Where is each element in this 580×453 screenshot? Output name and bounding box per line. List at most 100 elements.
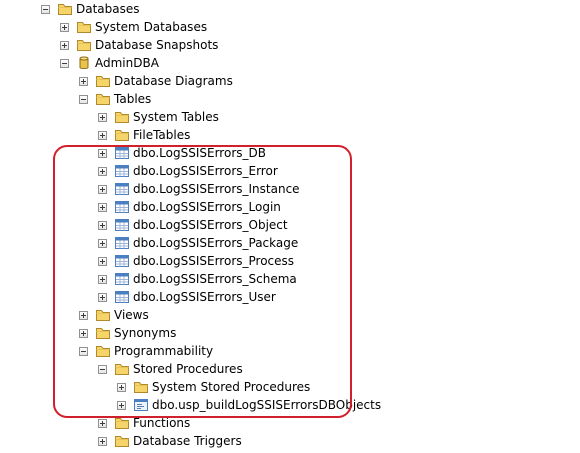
folder-icon [95,343,114,359]
tree-node-label[interactable]: dbo.LogSSISErrors_User [133,288,276,306]
collapse-icon[interactable] [60,58,69,68]
tree-node[interactable]: Stored Procedures [98,360,243,378]
tree-node[interactable]: AdminDBA [60,54,159,72]
tree-node-label[interactable]: dbo.LogSSISErrors_Login [133,198,281,216]
tree-node-label[interactable]: dbo.usp_buildLogSSISErrorsDBObjects [152,396,381,414]
tree-node[interactable]: Database Snapshots [60,36,218,54]
tree-node[interactable]: dbo.LogSSISErrors_Process [98,252,294,270]
folder-icon [114,109,133,125]
tree-node-label[interactable]: dbo.LogSSISErrors_DB [133,144,266,162]
tree-node[interactable]: FileTables [98,126,190,144]
expand-icon[interactable] [60,40,69,50]
folder-icon [95,91,114,107]
expand-icon[interactable] [98,220,107,230]
tree-node[interactable]: Synonyms [79,324,176,342]
tree-node-label[interactable]: System Stored Procedures [152,378,310,396]
tree-node[interactable]: dbo.LogSSISErrors_User [98,288,276,306]
table-icon [114,199,133,215]
table-icon [114,163,133,179]
object-explorer-tree: Databases System Databases Database Snapsh… [0,0,580,453]
tree-node-label[interactable]: Views [114,306,149,324]
tree-node-label[interactable]: Database Diagrams [114,72,233,90]
tree-node-label[interactable]: dbo.LogSSISErrors_Schema [133,270,297,288]
tree-node[interactable]: dbo.LogSSISErrors_DB [98,144,266,162]
tree-node-label[interactable]: dbo.LogSSISErrors_Error [133,162,278,180]
tree-node[interactable]: dbo.LogSSISErrors_Package [98,234,298,252]
folder-icon [76,37,95,53]
expand-icon[interactable] [98,292,107,302]
expand-icon[interactable] [98,418,107,428]
expand-icon[interactable] [117,400,126,410]
tree-node[interactable]: Tables [79,90,151,108]
tree-node[interactable]: dbo.LogSSISErrors_Instance [98,180,300,198]
table-icon [114,253,133,269]
tree-node[interactable]: dbo.LogSSISErrors_Object [98,216,288,234]
tree-node[interactable]: System Stored Procedures [117,378,310,396]
tree-node-label[interactable]: System Databases [95,18,207,36]
expand-icon[interactable] [117,382,126,392]
tree-node[interactable]: Databases [41,0,140,18]
collapse-icon[interactable] [79,94,88,104]
tree-node[interactable]: Programmability [79,342,213,360]
stored-procedure-icon [133,397,152,413]
tree-node-label[interactable]: Programmability [114,342,213,360]
tree-node-label[interactable]: Database Snapshots [95,36,218,54]
table-icon [114,271,133,287]
tree-node[interactable]: Functions [98,414,190,432]
expand-icon[interactable] [79,76,88,86]
expand-icon[interactable] [98,238,107,248]
tree-node[interactable]: Database Diagrams [79,72,233,90]
tree-node[interactable]: System Databases [60,18,207,36]
tree-node[interactable]: dbo.usp_buildLogSSISErrorsDBObjects [117,396,381,414]
tree-node-label[interactable]: Functions [133,414,190,432]
folder-icon [114,127,133,143]
expand-icon[interactable] [98,436,107,446]
database-icon [76,55,95,71]
expand-icon[interactable] [98,202,107,212]
folder-icon [114,415,133,431]
tree-node-label[interactable]: System Tables [133,108,219,126]
expand-icon[interactable] [98,256,107,266]
expand-icon[interactable] [98,112,107,122]
tree-node-label[interactable]: FileTables [133,126,190,144]
expand-icon[interactable] [98,184,107,194]
folder-icon [95,73,114,89]
table-icon [114,181,133,197]
tree-node-label[interactable]: dbo.LogSSISErrors_Instance [133,180,300,198]
tree-node-label[interactable]: Synonyms [114,324,176,342]
tree-node[interactable]: Views [79,306,149,324]
collapse-icon[interactable] [79,346,88,356]
table-icon [114,235,133,251]
expand-icon[interactable] [79,310,88,320]
folder-icon [76,19,95,35]
folder-icon [133,379,152,395]
tree-node-label[interactable]: Databases [76,0,140,18]
expand-icon[interactable] [79,328,88,338]
tree-node-label[interactable]: dbo.LogSSISErrors_Process [133,252,294,270]
collapse-icon[interactable] [41,4,50,14]
expand-icon[interactable] [98,148,107,158]
tree-node-label[interactable]: dbo.LogSSISErrors_Object [133,216,288,234]
table-icon [114,289,133,305]
tree-node[interactable]: Database Triggers [98,432,242,450]
folder-icon [57,1,76,17]
table-icon [114,145,133,161]
table-icon [114,217,133,233]
expand-icon[interactable] [98,166,107,176]
folder-icon [95,307,114,323]
tree-node[interactable]: dbo.LogSSISErrors_Login [98,198,281,216]
tree-node[interactable]: System Tables [98,108,219,126]
expand-icon[interactable] [60,22,69,32]
tree-node[interactable]: dbo.LogSSISErrors_Schema [98,270,297,288]
expand-icon[interactable] [98,274,107,284]
tree-node-label[interactable]: dbo.LogSSISErrors_Package [133,234,298,252]
expand-icon[interactable] [98,130,107,140]
tree-node-label[interactable]: AdminDBA [95,54,159,72]
collapse-icon[interactable] [98,364,107,374]
tree-node-label[interactable]: Stored Procedures [133,360,243,378]
folder-icon [114,433,133,449]
tree-node[interactable]: dbo.LogSSISErrors_Error [98,162,278,180]
tree-node-label[interactable]: Database Triggers [133,432,242,450]
folder-icon [95,325,114,341]
tree-node-label[interactable]: Tables [114,90,151,108]
